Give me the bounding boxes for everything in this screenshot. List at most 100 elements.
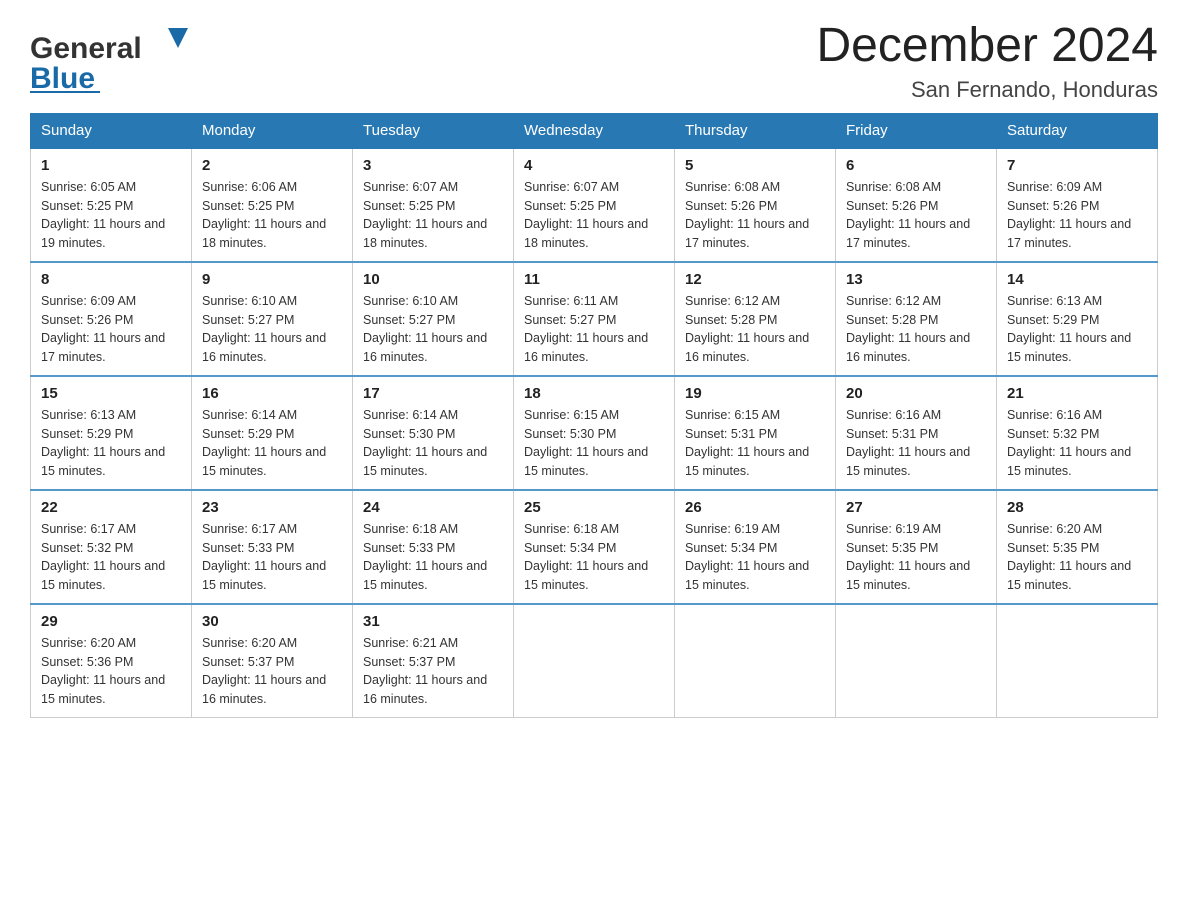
svg-text:Blue: Blue [30, 62, 95, 95]
day-info: Sunrise: 6:19 AMSunset: 5:35 PMDaylight:… [846, 520, 986, 595]
calendar-cell: 6 Sunrise: 6:08 AMSunset: 5:26 PMDayligh… [836, 148, 997, 262]
calendar-cell: 12 Sunrise: 6:12 AMSunset: 5:28 PMDaylig… [675, 262, 836, 376]
calendar-header-monday: Monday [192, 113, 353, 148]
day-info: Sunrise: 6:20 AMSunset: 5:35 PMDaylight:… [1007, 520, 1147, 595]
calendar-cell: 21 Sunrise: 6:16 AMSunset: 5:32 PMDaylig… [997, 376, 1158, 490]
calendar-cell [675, 604, 836, 718]
calendar-cell: 26 Sunrise: 6:19 AMSunset: 5:34 PMDaylig… [675, 490, 836, 604]
calendar-header-saturday: Saturday [997, 113, 1158, 148]
day-number: 25 [524, 499, 664, 516]
day-info: Sunrise: 6:17 AMSunset: 5:33 PMDaylight:… [202, 520, 342, 595]
day-info: Sunrise: 6:08 AMSunset: 5:26 PMDaylight:… [846, 178, 986, 253]
svg-text:General: General [30, 32, 142, 65]
day-number: 18 [524, 385, 664, 402]
day-number: 12 [685, 271, 825, 288]
day-info: Sunrise: 6:20 AMSunset: 5:37 PMDaylight:… [202, 634, 342, 709]
day-number: 30 [202, 613, 342, 630]
calendar-week-row: 1 Sunrise: 6:05 AMSunset: 5:25 PMDayligh… [31, 148, 1158, 262]
day-number: 5 [685, 157, 825, 174]
day-info: Sunrise: 6:15 AMSunset: 5:30 PMDaylight:… [524, 406, 664, 481]
day-number: 21 [1007, 385, 1147, 402]
calendar-cell: 20 Sunrise: 6:16 AMSunset: 5:31 PMDaylig… [836, 376, 997, 490]
day-info: Sunrise: 6:18 AMSunset: 5:34 PMDaylight:… [524, 520, 664, 595]
day-number: 27 [846, 499, 986, 516]
calendar-cell: 25 Sunrise: 6:18 AMSunset: 5:34 PMDaylig… [514, 490, 675, 604]
day-number: 3 [363, 157, 503, 174]
logo: General Blue [30, 20, 195, 95]
calendar-cell: 14 Sunrise: 6:13 AMSunset: 5:29 PMDaylig… [997, 262, 1158, 376]
day-info: Sunrise: 6:20 AMSunset: 5:36 PMDaylight:… [41, 634, 181, 709]
day-number: 9 [202, 271, 342, 288]
day-number: 23 [202, 499, 342, 516]
calendar-cell: 17 Sunrise: 6:14 AMSunset: 5:30 PMDaylig… [353, 376, 514, 490]
day-number: 10 [363, 271, 503, 288]
calendar-cell: 30 Sunrise: 6:20 AMSunset: 5:37 PMDaylig… [192, 604, 353, 718]
day-number: 20 [846, 385, 986, 402]
calendar-cell: 5 Sunrise: 6:08 AMSunset: 5:26 PMDayligh… [675, 148, 836, 262]
calendar-cell: 13 Sunrise: 6:12 AMSunset: 5:28 PMDaylig… [836, 262, 997, 376]
calendar-cell: 28 Sunrise: 6:20 AMSunset: 5:35 PMDaylig… [997, 490, 1158, 604]
calendar-cell: 11 Sunrise: 6:11 AMSunset: 5:27 PMDaylig… [514, 262, 675, 376]
day-info: Sunrise: 6:10 AMSunset: 5:27 PMDaylight:… [363, 292, 503, 367]
day-info: Sunrise: 6:13 AMSunset: 5:29 PMDaylight:… [41, 406, 181, 481]
day-info: Sunrise: 6:21 AMSunset: 5:37 PMDaylight:… [363, 634, 503, 709]
day-number: 8 [41, 271, 181, 288]
day-info: Sunrise: 6:11 AMSunset: 5:27 PMDaylight:… [524, 292, 664, 367]
day-info: Sunrise: 6:05 AMSunset: 5:25 PMDaylight:… [41, 178, 181, 253]
calendar-cell: 19 Sunrise: 6:15 AMSunset: 5:31 PMDaylig… [675, 376, 836, 490]
day-info: Sunrise: 6:16 AMSunset: 5:32 PMDaylight:… [1007, 406, 1147, 481]
day-number: 31 [363, 613, 503, 630]
day-number: 26 [685, 499, 825, 516]
calendar-cell: 15 Sunrise: 6:13 AMSunset: 5:29 PMDaylig… [31, 376, 192, 490]
calendar-week-row: 29 Sunrise: 6:20 AMSunset: 5:36 PMDaylig… [31, 604, 1158, 718]
day-number: 16 [202, 385, 342, 402]
day-number: 11 [524, 271, 664, 288]
day-info: Sunrise: 6:12 AMSunset: 5:28 PMDaylight:… [685, 292, 825, 367]
day-info: Sunrise: 6:09 AMSunset: 5:26 PMDaylight:… [41, 292, 181, 367]
location-title: San Fernando, Honduras [816, 77, 1158, 103]
calendar-week-row: 15 Sunrise: 6:13 AMSunset: 5:29 PMDaylig… [31, 376, 1158, 490]
day-info: Sunrise: 6:14 AMSunset: 5:29 PMDaylight:… [202, 406, 342, 481]
logo-svg: General Blue [30, 20, 195, 95]
calendar-week-row: 8 Sunrise: 6:09 AMSunset: 5:26 PMDayligh… [31, 262, 1158, 376]
day-info: Sunrise: 6:16 AMSunset: 5:31 PMDaylight:… [846, 406, 986, 481]
calendar-cell: 23 Sunrise: 6:17 AMSunset: 5:33 PMDaylig… [192, 490, 353, 604]
day-number: 22 [41, 499, 181, 516]
day-number: 24 [363, 499, 503, 516]
calendar-header-tuesday: Tuesday [353, 113, 514, 148]
calendar-table: SundayMondayTuesdayWednesdayThursdayFrid… [30, 113, 1158, 718]
calendar-cell: 16 Sunrise: 6:14 AMSunset: 5:29 PMDaylig… [192, 376, 353, 490]
day-number: 7 [1007, 157, 1147, 174]
calendar-header-thursday: Thursday [675, 113, 836, 148]
calendar-cell: 18 Sunrise: 6:15 AMSunset: 5:30 PMDaylig… [514, 376, 675, 490]
calendar-cell [836, 604, 997, 718]
day-info: Sunrise: 6:12 AMSunset: 5:28 PMDaylight:… [846, 292, 986, 367]
calendar-cell: 3 Sunrise: 6:07 AMSunset: 5:25 PMDayligh… [353, 148, 514, 262]
day-number: 13 [846, 271, 986, 288]
day-info: Sunrise: 6:07 AMSunset: 5:25 PMDaylight:… [363, 178, 503, 253]
calendar-cell: 7 Sunrise: 6:09 AMSunset: 5:26 PMDayligh… [997, 148, 1158, 262]
day-info: Sunrise: 6:07 AMSunset: 5:25 PMDaylight:… [524, 178, 664, 253]
calendar-week-row: 22 Sunrise: 6:17 AMSunset: 5:32 PMDaylig… [31, 490, 1158, 604]
day-number: 2 [202, 157, 342, 174]
calendar-cell: 2 Sunrise: 6:06 AMSunset: 5:25 PMDayligh… [192, 148, 353, 262]
day-info: Sunrise: 6:09 AMSunset: 5:26 PMDaylight:… [1007, 178, 1147, 253]
calendar-cell: 27 Sunrise: 6:19 AMSunset: 5:35 PMDaylig… [836, 490, 997, 604]
calendar-cell: 22 Sunrise: 6:17 AMSunset: 5:32 PMDaylig… [31, 490, 192, 604]
day-info: Sunrise: 6:13 AMSunset: 5:29 PMDaylight:… [1007, 292, 1147, 367]
page-header: General Blue December 2024 San Fernando,… [30, 20, 1158, 103]
day-info: Sunrise: 6:08 AMSunset: 5:26 PMDaylight:… [685, 178, 825, 253]
calendar-cell [514, 604, 675, 718]
calendar-cell: 10 Sunrise: 6:10 AMSunset: 5:27 PMDaylig… [353, 262, 514, 376]
calendar-cell: 1 Sunrise: 6:05 AMSunset: 5:25 PMDayligh… [31, 148, 192, 262]
day-number: 15 [41, 385, 181, 402]
day-number: 29 [41, 613, 181, 630]
calendar-cell [997, 604, 1158, 718]
calendar-cell: 24 Sunrise: 6:18 AMSunset: 5:33 PMDaylig… [353, 490, 514, 604]
day-info: Sunrise: 6:18 AMSunset: 5:33 PMDaylight:… [363, 520, 503, 595]
calendar-cell: 8 Sunrise: 6:09 AMSunset: 5:26 PMDayligh… [31, 262, 192, 376]
day-info: Sunrise: 6:15 AMSunset: 5:31 PMDaylight:… [685, 406, 825, 481]
calendar-cell: 31 Sunrise: 6:21 AMSunset: 5:37 PMDaylig… [353, 604, 514, 718]
calendar-cell: 4 Sunrise: 6:07 AMSunset: 5:25 PMDayligh… [514, 148, 675, 262]
day-info: Sunrise: 6:06 AMSunset: 5:25 PMDaylight:… [202, 178, 342, 253]
